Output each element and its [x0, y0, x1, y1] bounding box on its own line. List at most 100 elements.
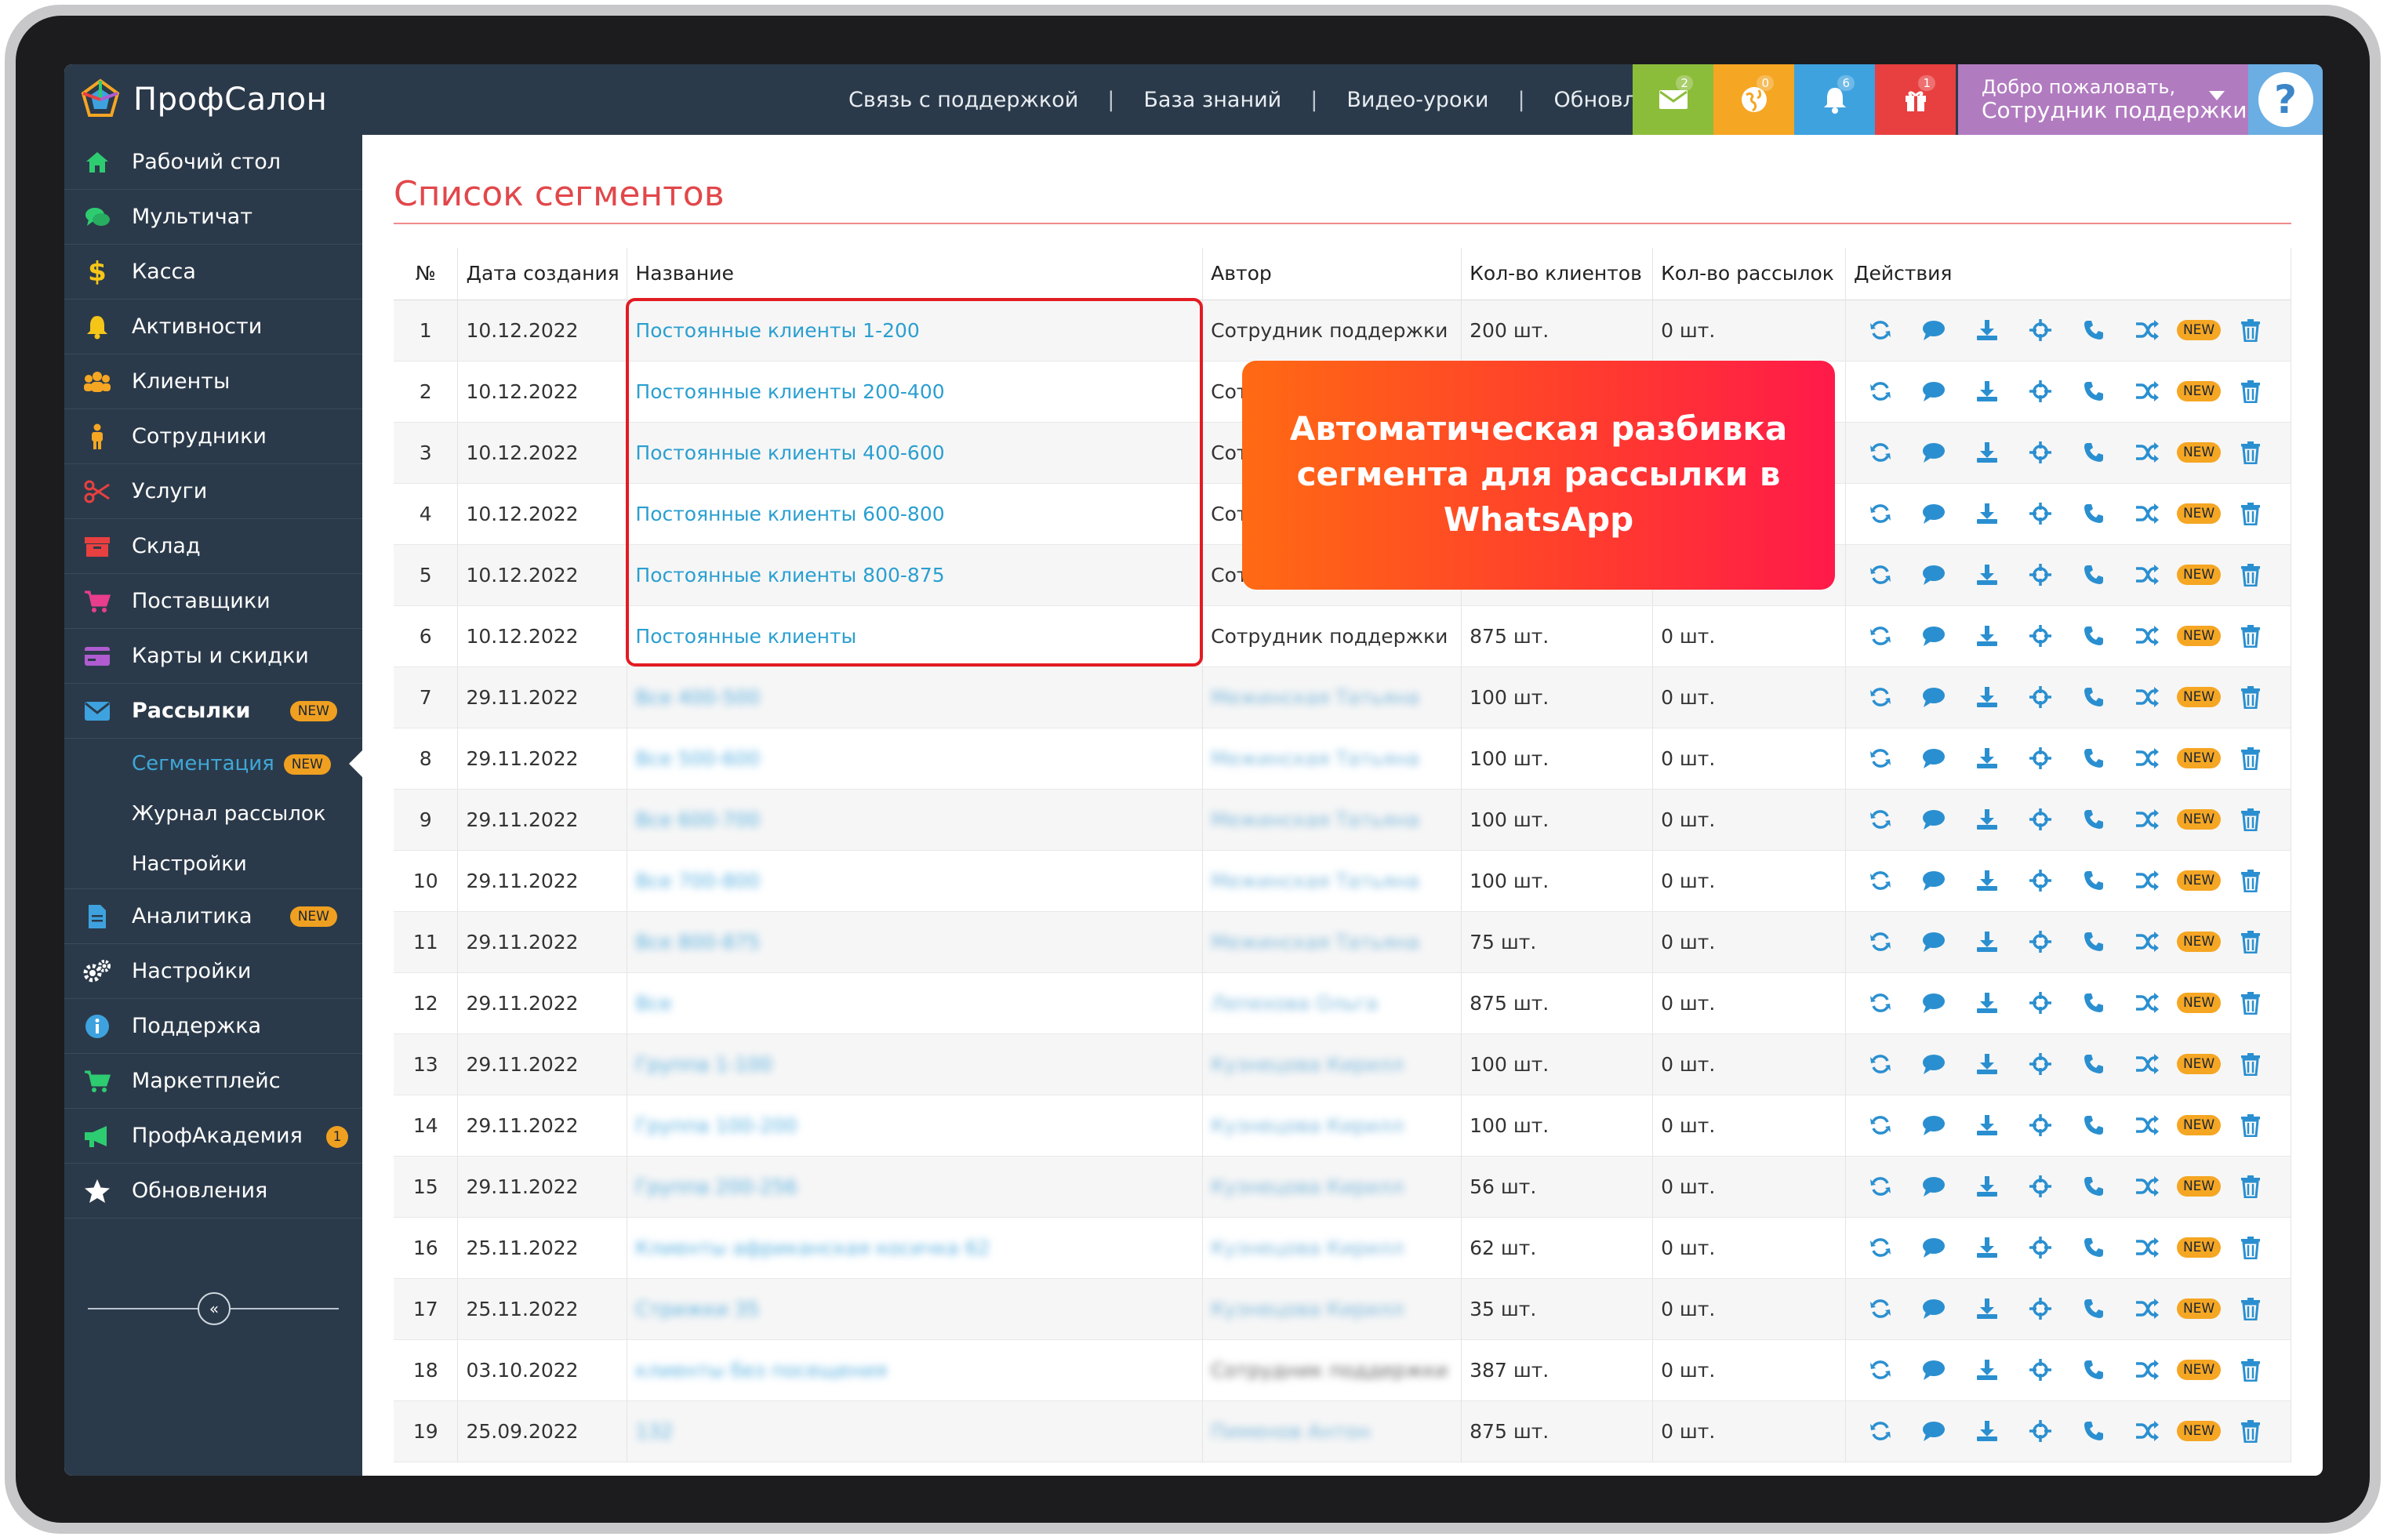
refresh-icon[interactable] [1854, 376, 1907, 407]
crosshair-icon[interactable] [2014, 559, 2067, 590]
phone-icon[interactable] [2067, 1415, 2120, 1447]
sidebar-item-suppliers[interactable]: Поставщики [64, 574, 362, 629]
download-icon[interactable] [1960, 1110, 2014, 1141]
download-icon[interactable] [1960, 1048, 2014, 1080]
shuffle-icon[interactable] [2120, 987, 2174, 1019]
crosshair-icon[interactable] [2014, 1354, 2067, 1386]
phone-icon[interactable] [2067, 376, 2120, 407]
trash-icon[interactable] [2224, 743, 2277, 774]
phone-icon[interactable] [2067, 1048, 2120, 1080]
shuffle-icon[interactable] [2120, 681, 2174, 713]
phone-icon[interactable] [2067, 498, 2120, 529]
shuffle-icon[interactable] [2120, 437, 2174, 468]
download-icon[interactable] [1960, 1354, 2014, 1386]
shuffle-icon[interactable] [2120, 865, 2174, 896]
sidebar-item-mailings[interactable]: Рассылки NEW [64, 684, 362, 739]
trash-icon[interactable] [2224, 681, 2277, 713]
trash-icon[interactable] [2224, 1048, 2277, 1080]
crosshair-icon[interactable] [2014, 1415, 2067, 1447]
shuffle-icon[interactable] [2120, 1232, 2174, 1263]
phone-icon[interactable] [2067, 620, 2120, 652]
trash-icon[interactable] [2224, 1232, 2277, 1263]
trash-icon[interactable] [2224, 1110, 2277, 1141]
user-menu[interactable]: Добро пожаловать, Сотрудник поддержки [1958, 64, 2248, 135]
column-header[interactable]: Автор [1202, 248, 1462, 300]
nav-support-link[interactable]: Связь с поддержкой [848, 88, 1078, 112]
phone-icon[interactable] [2067, 987, 2120, 1019]
refresh-icon[interactable] [1854, 437, 1907, 468]
refresh-icon[interactable] [1854, 1293, 1907, 1324]
shuffle-icon[interactable] [2120, 804, 2174, 835]
shuffle-icon[interactable] [2120, 1048, 2174, 1080]
column-header[interactable]: Дата создания [457, 248, 628, 300]
refresh-icon[interactable] [1854, 1048, 1907, 1080]
column-header[interactable]: № [394, 248, 459, 300]
comment-icon[interactable] [1907, 865, 1960, 896]
crosshair-icon[interactable] [2014, 314, 2067, 346]
refresh-icon[interactable] [1854, 1232, 1907, 1263]
trash-icon[interactable] [2224, 1354, 2277, 1386]
shuffle-icon[interactable] [2120, 1354, 2174, 1386]
refresh-icon[interactable] [1854, 987, 1907, 1019]
column-header[interactable]: Кол-во рассылок [1652, 248, 1846, 300]
trash-icon[interactable] [2224, 1415, 2277, 1447]
sidebar-subitem-settings[interactable]: Настройки [64, 839, 362, 889]
trash-icon[interactable] [2224, 376, 2277, 407]
segment-name-link[interactable]: Все [635, 992, 671, 1015]
crosshair-icon[interactable] [2014, 804, 2067, 835]
download-icon[interactable] [1960, 743, 2014, 774]
shuffle-icon[interactable] [2120, 743, 2174, 774]
comment-icon[interactable] [1907, 1293, 1960, 1324]
trash-icon[interactable] [2224, 498, 2277, 529]
phone-icon[interactable] [2067, 865, 2120, 896]
shuffle-icon[interactable] [2120, 314, 2174, 346]
notifications-button[interactable]: 6 [1794, 64, 1875, 135]
mail-button[interactable]: 2 [1633, 64, 1713, 135]
sidebar-item-marketplace[interactable]: Маркетплейс [64, 1054, 362, 1109]
trash-icon[interactable] [2224, 1171, 2277, 1202]
refresh-icon[interactable] [1854, 498, 1907, 529]
segment-name-link[interactable]: Стрижки 35 [635, 1298, 759, 1320]
trash-icon[interactable] [2224, 987, 2277, 1019]
phone-icon[interactable] [2067, 1354, 2120, 1386]
refresh-icon[interactable] [1854, 681, 1907, 713]
refresh-icon[interactable] [1854, 1171, 1907, 1202]
shuffle-icon[interactable] [2120, 620, 2174, 652]
comment-icon[interactable] [1907, 559, 1960, 590]
download-icon[interactable] [1960, 314, 2014, 346]
refresh-icon[interactable] [1854, 1415, 1907, 1447]
collapse-sidebar-button[interactable]: « [198, 1292, 231, 1325]
help-button[interactable]: ? [2248, 64, 2323, 135]
segment-name-link[interactable]: Группа 200-256 [635, 1175, 797, 1198]
sidebar-item-services[interactable]: Услуги [64, 464, 362, 519]
download-icon[interactable] [1960, 1293, 2014, 1324]
download-icon[interactable] [1960, 620, 2014, 652]
crosshair-icon[interactable] [2014, 498, 2067, 529]
sidebar-item-activities[interactable]: Активности [64, 300, 362, 354]
comment-icon[interactable] [1907, 376, 1960, 407]
comment-icon[interactable] [1907, 926, 1960, 957]
trash-icon[interactable] [2224, 865, 2277, 896]
phone-icon[interactable] [2067, 1171, 2120, 1202]
comment-icon[interactable] [1907, 1171, 1960, 1202]
segment-name-link[interactable]: Группа 1-100 [635, 1053, 772, 1076]
comment-icon[interactable] [1907, 620, 1960, 652]
crosshair-icon[interactable] [2014, 1171, 2067, 1202]
crosshair-icon[interactable] [2014, 1110, 2067, 1141]
comment-icon[interactable] [1907, 437, 1960, 468]
download-icon[interactable] [1960, 1232, 2014, 1263]
segment-name-link[interactable]: Клиенты африканская косичка 62 [635, 1237, 990, 1259]
crosshair-icon[interactable] [2014, 1293, 2067, 1324]
phone-icon[interactable] [2067, 437, 2120, 468]
crosshair-icon[interactable] [2014, 1232, 2067, 1263]
segment-name-link[interactable]: 132 [635, 1420, 673, 1443]
refresh-icon[interactable] [1854, 865, 1907, 896]
phone-icon[interactable] [2067, 926, 2120, 957]
download-icon[interactable] [1960, 1415, 2014, 1447]
download-icon[interactable] [1960, 926, 2014, 957]
refresh-icon[interactable] [1854, 926, 1907, 957]
download-icon[interactable] [1960, 1171, 2014, 1202]
phone-icon[interactable] [2067, 743, 2120, 774]
comment-icon[interactable] [1907, 804, 1960, 835]
download-icon[interactable] [1960, 865, 2014, 896]
